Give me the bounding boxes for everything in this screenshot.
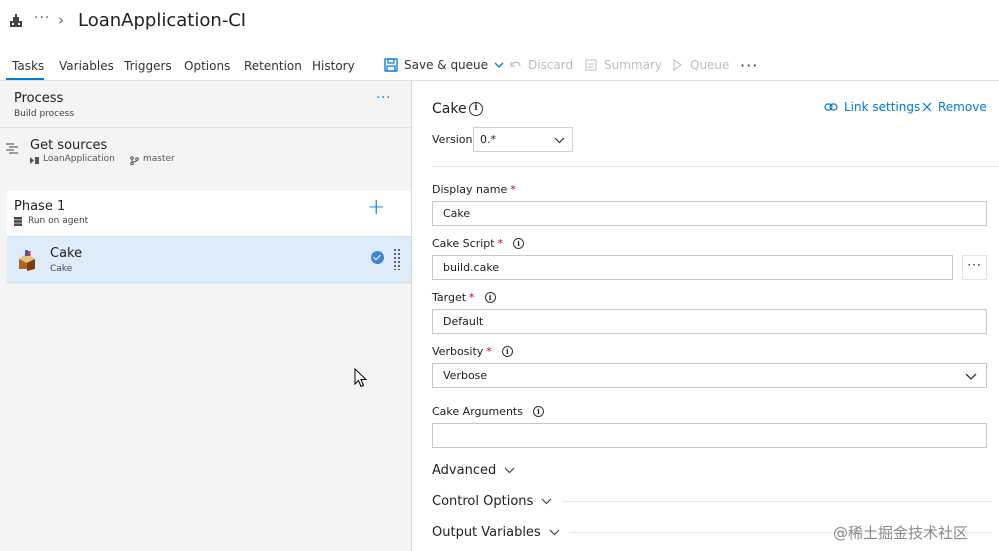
version-select[interactable]: 0.* [473,127,573,152]
task-enabled-check-icon[interactable] [371,251,384,264]
save-queue-button[interactable]: Save & queue [384,58,504,72]
save-queue-label: Save & queue [404,58,489,72]
verbosity-label: Verbosity * i [432,345,513,358]
task-subtitle: Cake [50,264,73,274]
breadcrumb-chevron-icon: › [58,11,64,29]
get-sources-row[interactable]: Get sources LoanApplication master [0,129,411,177]
toolbar-more-button[interactable]: ··· [740,56,758,75]
build-pipeline-icon [10,14,22,27]
play-icon [673,59,682,71]
phase-subtitle: Run on agent [28,216,89,226]
task-detail-title: Cake [432,101,467,117]
page-title: LoanApplication-CI [78,10,247,31]
remove-button[interactable]: Remove [922,100,987,114]
chevron-down-icon [965,373,977,380]
process-subtitle: Build process [14,109,75,119]
info-icon[interactable]: i [513,238,525,249]
breadcrumb-ellipsis[interactable]: ··· [34,10,50,26]
browse-button[interactable]: ··· [962,255,987,280]
chevron-down-icon [549,529,560,536]
display-name-field[interactable]: Cake [432,201,987,226]
tab-triggers[interactable]: Triggers [124,59,172,73]
queue-label: Queue [690,58,730,72]
link-icon [824,103,838,111]
cake-script-label: Cake Script * i [432,237,525,250]
display-name-label: Display name * [432,183,516,196]
version-divider [432,166,999,167]
info-icon[interactable]: i [501,346,513,357]
undo-icon [510,61,521,67]
info-icon[interactable]: i [532,406,544,417]
cake-arguments-label: Cake Arguments i [432,405,544,418]
save-icon [384,58,398,72]
tab-toolbar: Tasks Variables Triggers Options Retenti… [0,52,999,80]
info-icon[interactable]: i [469,102,483,116]
summary-label: Summary [604,58,662,72]
chevron-down-icon [494,62,504,68]
process-more-button[interactable]: ··· [376,91,391,106]
summary-button[interactable]: Summary [584,58,662,72]
tab-history[interactable]: History [312,59,355,73]
info-icon[interactable]: i [484,292,496,303]
chevron-down-icon [504,467,515,474]
tab-options[interactable]: Options [184,59,230,73]
watermark-text: @稀土掘金技术社区 [833,524,969,542]
version-label: Version [432,133,473,146]
output-variables-label: Output Variables [432,525,541,540]
cake-task-icon [19,250,35,271]
process-title: Process [14,91,64,106]
link-settings-button[interactable]: Link settings [824,100,920,114]
target-label: Target * i [432,291,496,304]
task-title: Cake [50,246,83,261]
sources-list-icon [6,143,18,154]
get-sources-repo: LoanApplication [43,154,115,164]
remove-label: Remove [938,100,987,114]
phase-row[interactable]: Phase 1 Run on agent + [7,191,411,236]
chevron-down-icon [541,498,552,505]
discard-label: Discard [528,58,574,72]
version-value: 0.* [480,133,496,146]
tab-retention[interactable]: Retention [244,59,302,73]
tab-tasks[interactable]: Tasks [12,59,44,73]
get-sources-title: Get sources [30,138,108,153]
link-settings-label: Link settings [844,100,921,114]
cake-arguments-field[interactable] [432,423,987,448]
summary-icon [585,59,597,71]
cake-script-field[interactable]: build.cake [432,255,953,280]
verbosity-select[interactable]: Verbose [432,363,987,388]
close-icon [922,102,932,112]
control-options-section[interactable]: Control Options [432,494,992,509]
discard-button[interactable]: Discard [508,58,573,72]
target-field[interactable]: Default [432,309,987,334]
top-header: ··· › LoanApplication-CI [0,0,999,44]
branch-icon [130,156,139,165]
advanced-section[interactable]: Advanced [432,463,992,478]
add-task-button[interactable]: + [367,197,385,219]
task-detail-panel: Cake i Link settings Remove Version 0.* … [412,81,999,551]
mouse-cursor-icon [354,368,368,388]
repo-icon [30,157,39,164]
phase-title: Phase 1 [14,199,66,214]
get-sources-branch: master [143,154,175,164]
task-row-cake[interactable]: Cake Cake [7,236,411,283]
tab-variables[interactable]: Variables [59,59,114,73]
section-divider [562,501,992,502]
agent-icon [14,217,22,226]
drag-handle-icon[interactable] [393,248,401,270]
control-options-label: Control Options [432,494,534,509]
chevron-down-icon [554,137,565,144]
task-list-panel: Process Build process ··· Get sources Lo… [0,81,411,551]
advanced-label: Advanced [432,463,497,478]
process-row[interactable]: Process Build process ··· [0,81,411,128]
queue-button[interactable]: Queue [670,58,729,72]
